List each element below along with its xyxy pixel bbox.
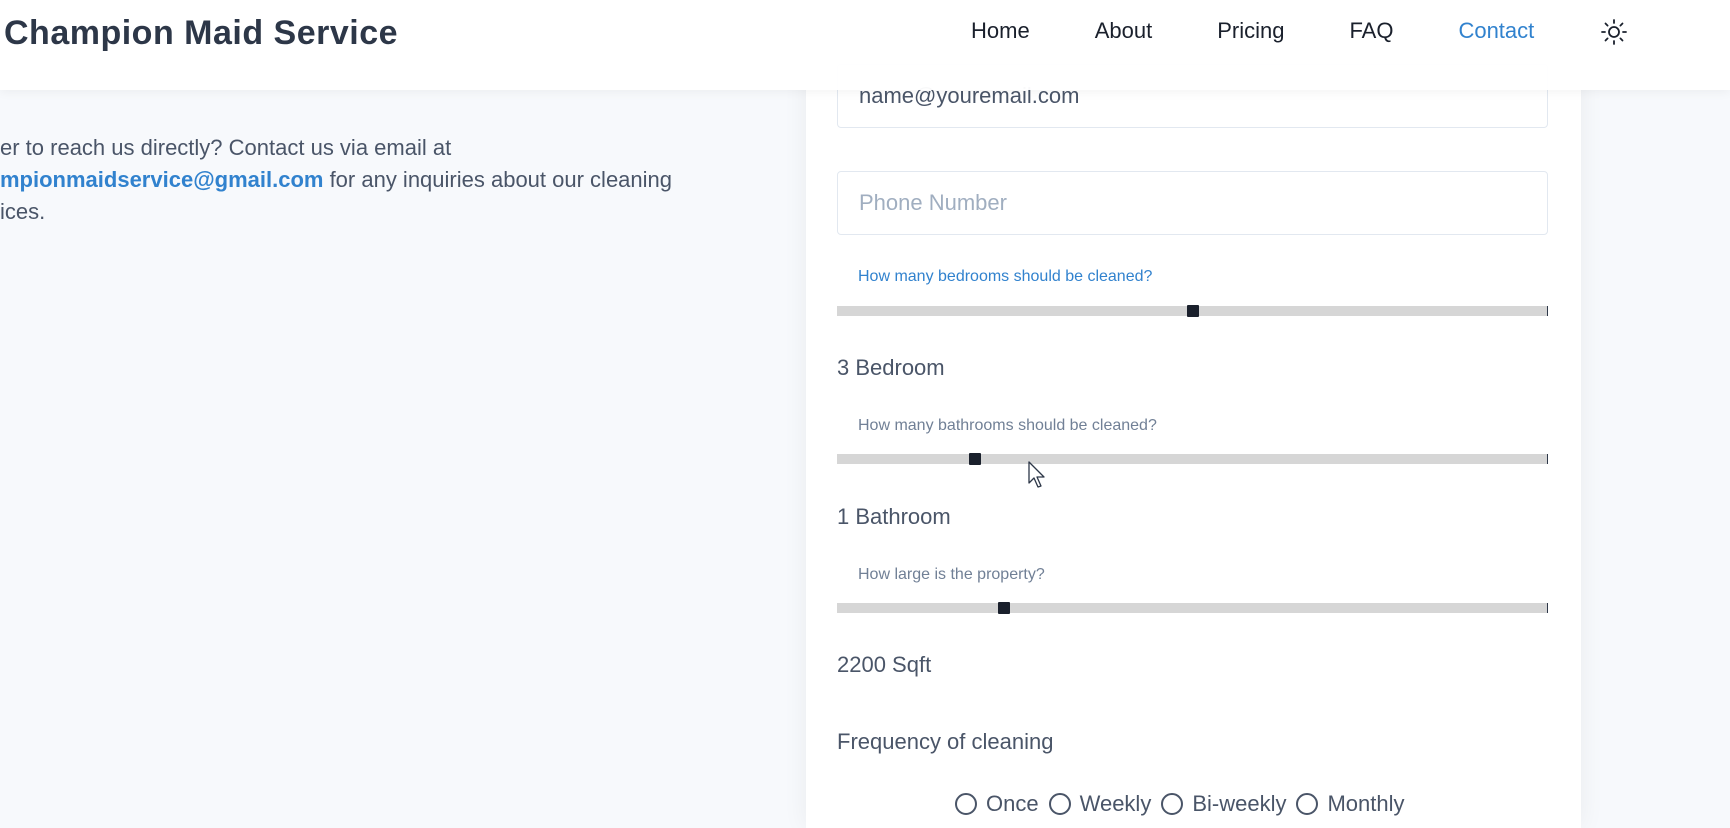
- intro-line-3: ices.: [0, 199, 46, 224]
- radio-label: Once: [986, 791, 1039, 816]
- property-value: 2200 Sqft: [837, 652, 932, 677]
- radio-label: Weekly: [1079, 791, 1152, 816]
- radio-label: Monthly: [1327, 791, 1405, 816]
- intro-line-2: mpionmaidservice@gmail.com for any inqui…: [0, 164, 700, 196]
- phone-field[interactable]: Phone Number: [837, 171, 1548, 235]
- email-link[interactable]: mpionmaidservice@gmail.com: [0, 167, 323, 192]
- radio-circle-icon[interactable]: [955, 793, 977, 815]
- frequency-label: Frequency of cleaning: [837, 729, 1054, 754]
- bathrooms-question: How many bathrooms should be cleaned?: [858, 417, 1157, 434]
- bathrooms-slider-thumb[interactable]: [968, 453, 981, 465]
- frequency-option-weekly[interactable]: Weekly: [1048, 791, 1152, 817]
- frequency-option-biweekly[interactable]: Bi-weekly: [1161, 791, 1286, 817]
- bedrooms-question: How many bedrooms should be cleaned?: [858, 268, 1153, 285]
- intro-line-1: er to reach us directly? Contact us via …: [0, 135, 452, 160]
- mouse-cursor-icon: [1028, 461, 1048, 489]
- bedrooms-slider-thumb[interactable]: [1186, 305, 1199, 317]
- contact-intro: er to reach us directly? Contact us via …: [0, 132, 700, 228]
- frequency-radio-group: Once Weekly Bi-weekly Monthly: [955, 791, 1415, 817]
- radio-circle-icon[interactable]: [1296, 793, 1319, 815]
- property-question: How large is the property?: [858, 566, 1045, 583]
- bedrooms-value: 3 Bedroom: [837, 355, 945, 380]
- quote-form-card: name@youremail.com Phone Number How many…: [806, 0, 1581, 828]
- nav-pricing[interactable]: Pricing: [1217, 18, 1284, 44]
- nav-contact[interactable]: Contact: [1458, 18, 1534, 44]
- bathrooms-slider[interactable]: [837, 453, 1548, 465]
- nav-faq[interactable]: FAQ: [1349, 18, 1393, 44]
- nav-about[interactable]: About: [1095, 18, 1153, 44]
- frequency-option-monthly[interactable]: Monthly: [1296, 791, 1405, 817]
- radio-circle-icon[interactable]: [1161, 793, 1184, 815]
- bathrooms-value: 1 Bathroom: [837, 504, 951, 529]
- radio-label: Bi-weekly: [1192, 791, 1287, 816]
- property-slider-thumb[interactable]: [998, 602, 1011, 614]
- site-header: Champion Maid Service Home About Pricing…: [0, 0, 1730, 90]
- property-slider[interactable]: [837, 602, 1548, 614]
- intro-line-2-rest: for any inquiries about our cleaning: [323, 167, 673, 192]
- main-nav: Home About Pricing FAQ Contact: [971, 18, 1599, 44]
- sun-icon[interactable]: [1600, 18, 1628, 46]
- brand-logo[interactable]: Champion Maid Service: [4, 14, 398, 53]
- frequency-option-once[interactable]: Once: [955, 791, 1039, 817]
- bedrooms-slider[interactable]: [837, 305, 1548, 317]
- radio-circle-icon[interactable]: [1048, 793, 1071, 815]
- nav-home[interactable]: Home: [971, 18, 1030, 44]
